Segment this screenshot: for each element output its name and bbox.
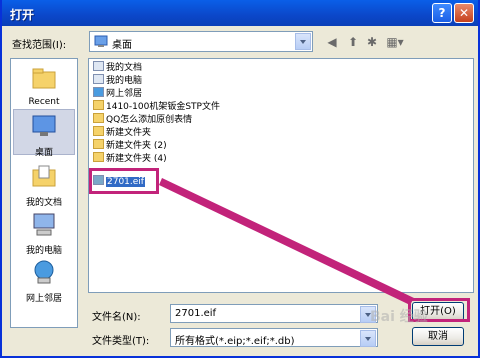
folder-icon bbox=[93, 152, 104, 162]
recent-folder-icon bbox=[32, 68, 56, 89]
chevron-down-icon[interactable] bbox=[360, 330, 376, 347]
list-item[interactable]: QQ怎么添加原创表情 bbox=[93, 113, 192, 126]
folder-icon bbox=[93, 113, 104, 123]
view-menu-icon[interactable]: ▦▾ bbox=[384, 34, 406, 50]
computer-icon bbox=[93, 74, 104, 84]
list-item[interactable]: 新建文件夹 (2) bbox=[93, 139, 167, 152]
desktop-icon bbox=[32, 115, 56, 136]
list-item[interactable]: 新建文件夹 bbox=[93, 126, 151, 139]
lookin-value: 桌面 bbox=[112, 40, 132, 51]
filetype-label: 文件类型(T): bbox=[92, 336, 150, 347]
place-label: 网上邻居 bbox=[25, 294, 62, 304]
doc-icon bbox=[93, 61, 104, 71]
list-item[interactable]: 1410-100机架钣金STP文件 bbox=[93, 100, 220, 113]
chevron-down-icon[interactable] bbox=[295, 33, 311, 50]
place-label: 我的电脑 bbox=[25, 246, 62, 256]
filetype-dropdown[interactable]: 所有格式(*.eip;*.eif;*.db) bbox=[170, 328, 378, 347]
filename-label: 文件名(N): bbox=[92, 312, 141, 323]
places-bar: Recent 桌面 我的文档 我的电脑 网上邻居 bbox=[10, 58, 78, 328]
list-item[interactable]: 我的电脑 bbox=[93, 74, 142, 87]
place-label: 我的文档 bbox=[25, 198, 62, 208]
list-item[interactable]: 我的文档 bbox=[93, 61, 142, 74]
title-bar[interactable]: 打开 ? ✕ bbox=[2, 0, 478, 26]
place-my-computer[interactable]: 我的电脑 bbox=[13, 211, 75, 256]
place-my-documents[interactable]: 我的文档 bbox=[13, 163, 75, 208]
folder-icon bbox=[93, 100, 104, 110]
list-item[interactable]: 网上邻居 bbox=[93, 87, 142, 100]
highlight-box-file bbox=[89, 168, 159, 194]
place-label: 桌面 bbox=[34, 148, 53, 158]
filetype-value: 所有格式(*.eip;*.eif;*.db) bbox=[175, 336, 295, 347]
open-dialog: 打开 ? ✕ 查找范围(I): 桌面 ◀ ⬆ ✱ ▦▾ Recent 桌面 我的… bbox=[0, 0, 480, 358]
desktop-icon bbox=[94, 35, 108, 47]
folder-icon bbox=[93, 126, 104, 136]
network-icon bbox=[34, 260, 54, 284]
close-button[interactable]: ✕ bbox=[454, 3, 474, 23]
place-network[interactable]: 网上邻居 bbox=[13, 259, 75, 304]
cancel-button[interactable]: 取消 bbox=[412, 327, 464, 346]
dialog-title: 打开 bbox=[10, 8, 35, 22]
place-desktop[interactable]: 桌面 bbox=[13, 109, 75, 158]
documents-folder-icon bbox=[32, 165, 56, 187]
lookin-label: 查找范围(I): bbox=[12, 40, 67, 51]
lookin-dropdown[interactable]: 桌面 bbox=[89, 31, 313, 52]
up-folder-icon[interactable]: ⬆ bbox=[345, 34, 361, 50]
place-recent[interactable]: Recent bbox=[13, 65, 75, 107]
place-label: Recent bbox=[28, 97, 60, 107]
filename-value: 2701.eif bbox=[175, 308, 217, 319]
new-folder-icon[interactable]: ✱ bbox=[364, 34, 380, 50]
filename-input[interactable]: 2701.eif bbox=[170, 304, 378, 323]
help-button[interactable]: ? bbox=[432, 3, 452, 23]
folder-icon bbox=[93, 139, 104, 149]
computer-icon bbox=[33, 213, 55, 236]
list-item[interactable]: 新建文件夹 (4) bbox=[93, 152, 167, 165]
watermark: Bai 经验 bbox=[370, 309, 428, 325]
back-icon[interactable]: ◀ bbox=[324, 34, 340, 50]
network-icon bbox=[93, 87, 104, 97]
